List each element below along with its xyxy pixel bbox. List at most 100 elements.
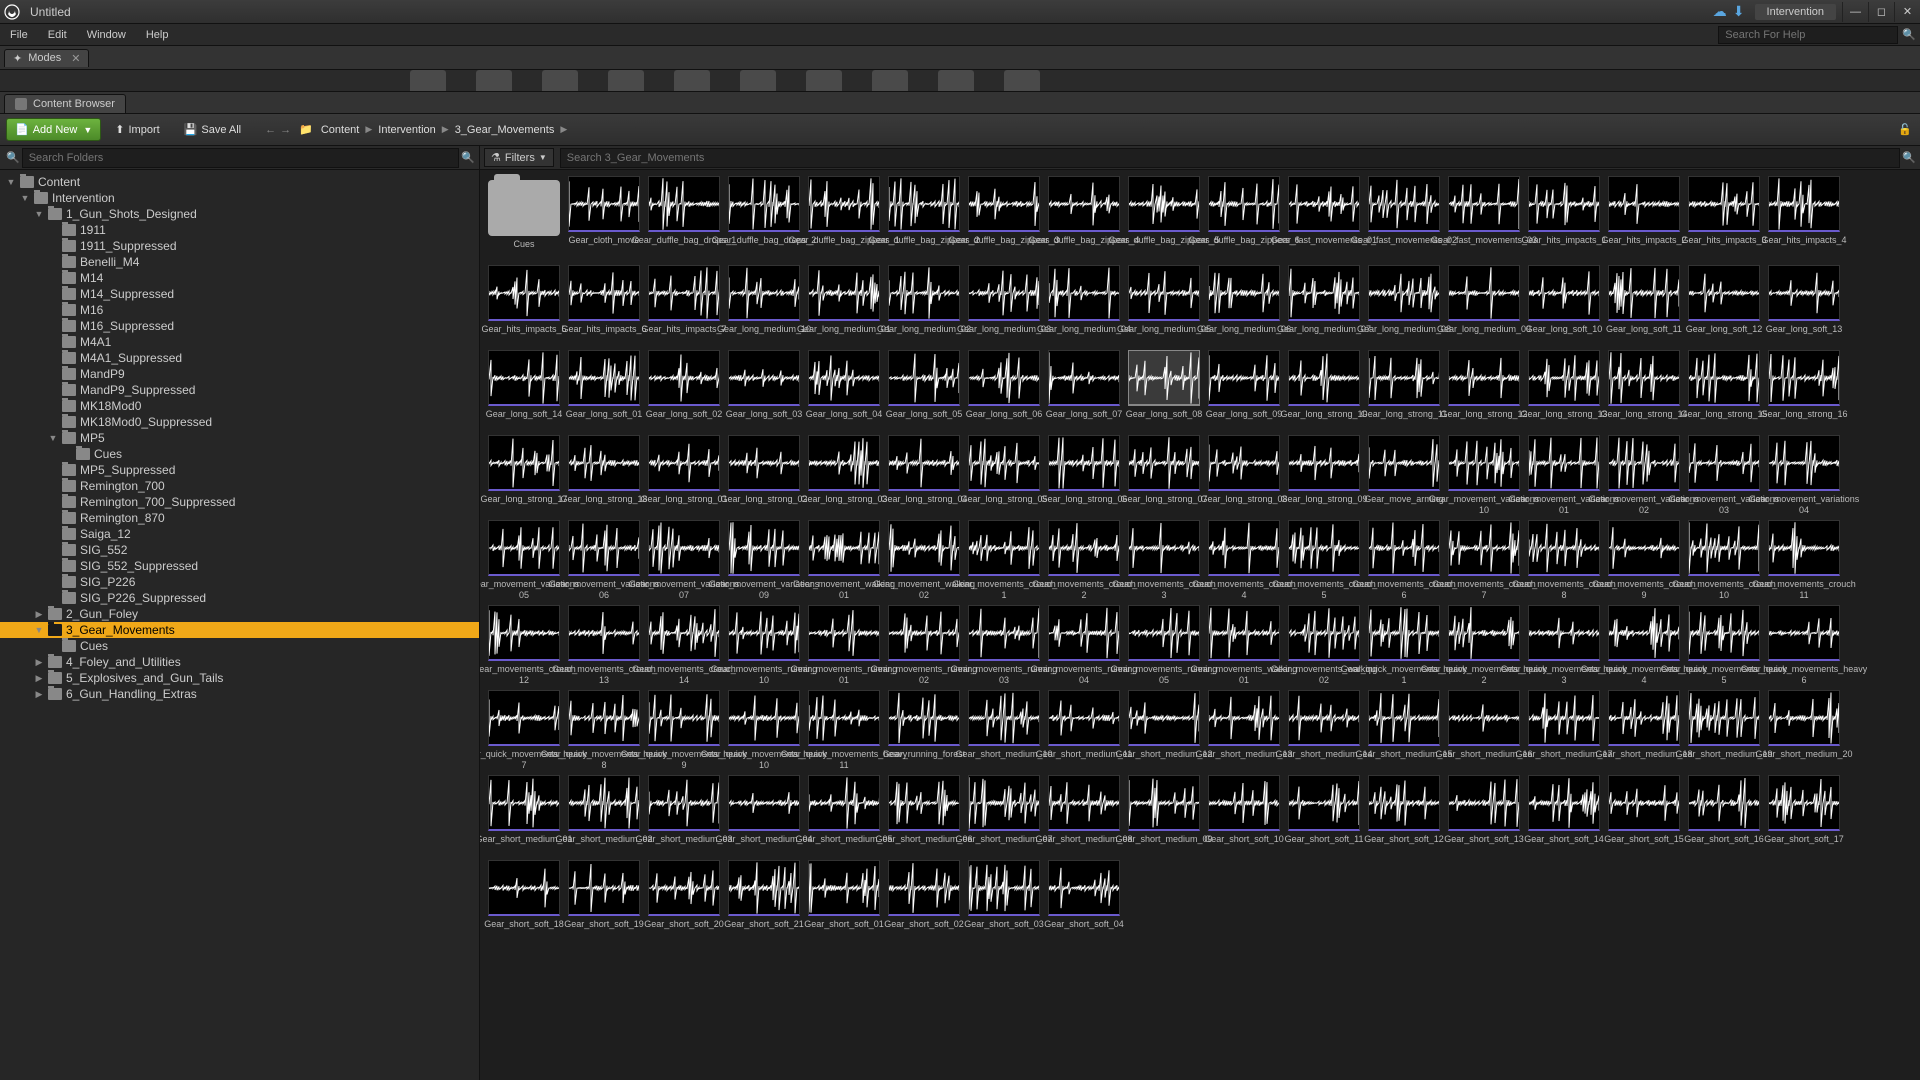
sound-asset[interactable]: Gear_long_medium_09 [1446, 265, 1522, 346]
menu-help[interactable]: Help [136, 27, 179, 43]
sound-asset[interactable]: Gear_short_medium_17 [1526, 690, 1602, 771]
sound-asset[interactable]: Gear_short_soft_01 [806, 860, 882, 941]
sound-asset[interactable]: Gear_short_soft_21 [726, 860, 802, 941]
sound-asset[interactable]: Gear_long_strong_03 [806, 435, 882, 516]
sound-asset[interactable]: Gear_long_medium_07 [1286, 265, 1362, 346]
sound-asset[interactable]: Gear_movements_crouch 8 [1526, 520, 1602, 601]
sound-asset[interactable]: Gear_short_medium_20 [1766, 690, 1842, 771]
sound-asset[interactable]: Gear_long_soft_10 [1526, 265, 1602, 346]
sound-asset[interactable]: Gear_short_soft_04 [1046, 860, 1122, 941]
triangle-down-icon[interactable]: ▼ [48, 433, 58, 443]
tree-item[interactable]: MK18Mod0_Suppressed [0, 414, 479, 430]
sound-asset[interactable]: Gear_short_soft_19 [566, 860, 642, 941]
sound-asset[interactable]: Gear_short_medium_02 [566, 775, 642, 856]
triangle-down-icon[interactable]: ▼ [34, 209, 44, 219]
sound-asset[interactable]: Gear_long_soft_09 [1206, 350, 1282, 431]
sound-asset[interactable]: Gear_long_soft_12 [1686, 265, 1762, 346]
sound-asset[interactable]: Gear_long_strong_15 [1686, 350, 1762, 431]
tree-item[interactable]: M14 [0, 270, 479, 286]
sound-asset[interactable]: Gear_hits_impacts_7 [646, 265, 722, 346]
sound-asset[interactable]: Gear_quick_movements_heavy 6 [1766, 605, 1842, 686]
sound-asset[interactable]: Gear_long_strong_10 [1286, 350, 1362, 431]
toolbar-button[interactable] [410, 70, 446, 92]
sound-asset[interactable]: Gear_long_soft_03 [726, 350, 802, 431]
sound-asset[interactable]: Gear_long_strong_14 [1606, 350, 1682, 431]
sound-asset[interactable]: Gear_long_soft_14 [486, 350, 562, 431]
triangle-right-icon[interactable]: ▶ [34, 673, 44, 684]
sound-asset[interactable]: Gear_hits_impacts_2 [1606, 176, 1682, 261]
sound-asset[interactable]: Gear_movements_crouch 10 [1686, 520, 1762, 601]
sound-asset[interactable]: Gear_long_soft_07 [1046, 350, 1122, 431]
sound-asset[interactable]: Gear_long_strong_13 [1526, 350, 1602, 431]
tree-item[interactable]: Benelli_M4 [0, 254, 479, 270]
sound-asset[interactable]: Gear_movement_variations 04 [1766, 435, 1842, 516]
tree-item[interactable]: Cues [0, 446, 479, 462]
cloud-icon[interactable]: ☁ [1713, 3, 1727, 20]
sound-asset[interactable]: Gear_short_soft_14 [1526, 775, 1602, 856]
sound-asset[interactable]: Gear_hits_impacts_4 [1766, 176, 1842, 261]
sound-asset[interactable]: Gear_short_soft_03 [966, 860, 1042, 941]
tree-item[interactable]: ▶6_Gun_Handling_Extras [0, 686, 479, 702]
sound-asset[interactable]: Gear_short_soft_15 [1606, 775, 1682, 856]
tree-item[interactable]: ▼Content [0, 174, 479, 190]
sound-asset[interactable]: Gear_movements_crouch 2 [1046, 520, 1122, 601]
sound-asset[interactable]: Gear_movements_crouch 7 [1446, 520, 1522, 601]
breadcrumb-item[interactable]: Intervention [374, 124, 439, 136]
content-browser-tab[interactable]: Content Browser [4, 94, 126, 113]
toolbar-button[interactable] [476, 70, 512, 92]
folder-search-input[interactable] [22, 148, 460, 168]
triangle-right-icon[interactable]: ▶ [34, 657, 44, 668]
sound-asset[interactable]: Gear_long_soft_13 [1766, 265, 1842, 346]
sound-asset[interactable]: Gear_short_soft_18 [486, 860, 562, 941]
sound-asset[interactable]: Gear_movements_crouch 4 [1206, 520, 1282, 601]
sound-asset[interactable]: Gear_movements_crouch 5 [1286, 520, 1362, 601]
tree-item[interactable]: MK18Mod0 [0, 398, 479, 414]
sound-asset[interactable]: Gear_movements_crouch 13 [566, 605, 642, 686]
toolbar-button[interactable] [938, 70, 974, 92]
add-new-button[interactable]: 📄 Add New ▼ [6, 118, 101, 141]
sound-asset[interactable]: Gear_movement_walking 01 [806, 520, 882, 601]
download-icon[interactable]: ⬇ [1733, 3, 1745, 20]
triangle-down-icon[interactable]: ▼ [6, 177, 16, 187]
search-icon[interactable]: 🔍 [461, 151, 475, 164]
sound-asset[interactable]: Gear_long_strong_04 [886, 435, 962, 516]
sound-asset[interactable]: Gear_short_soft_16 [1686, 775, 1762, 856]
sound-asset[interactable]: Gear_short_medium_12 [1126, 690, 1202, 771]
sound-asset[interactable]: Gear_fast_movements_03 [1446, 176, 1522, 261]
sound-asset[interactable]: Gear_long_medium_06 [1206, 265, 1282, 346]
lock-icon[interactable]: 🔓 [1898, 123, 1912, 136]
tree-item[interactable]: 1911 [0, 222, 479, 238]
search-icon[interactable]: 🔍 [1902, 151, 1916, 164]
sound-asset[interactable]: Gear_long_strong_18 [566, 435, 642, 516]
toolbar-button[interactable] [806, 70, 842, 92]
tree-item[interactable]: ▼1_Gun_Shots_Designed [0, 206, 479, 222]
sound-asset[interactable]: Gear_short_soft_12 [1366, 775, 1442, 856]
minimize-button[interactable]: — [1842, 2, 1868, 22]
modes-tab[interactable]: ✦ Modes ✕ [4, 49, 89, 67]
sound-asset[interactable]: Gear_long_soft_05 [886, 350, 962, 431]
tree-item[interactable]: Remington_700_Suppressed [0, 494, 479, 510]
toolbar-button[interactable] [740, 70, 776, 92]
tree-item[interactable]: M16_Suppressed [0, 318, 479, 334]
search-icon[interactable]: 🔍 [1902, 28, 1916, 41]
sound-asset[interactable]: Gear_short_medium_16 [1446, 690, 1522, 771]
sound-asset[interactable]: Gear_long_medium_01 [806, 265, 882, 346]
close-icon[interactable]: ✕ [71, 52, 80, 65]
menu-file[interactable]: File [0, 27, 38, 43]
sound-asset[interactable]: Gear_long_medium_02 [886, 265, 962, 346]
sound-asset[interactable]: Gear_hits_impacts_6 [566, 265, 642, 346]
sound-asset[interactable]: Gear_long_strong_08 [1206, 435, 1282, 516]
sound-asset[interactable]: Gear_quick_movements_heavy 11 [806, 690, 882, 771]
sound-asset[interactable]: Gear_movement_walking 02 [886, 520, 962, 601]
sound-asset[interactable]: Gear_long_strong_07 [1126, 435, 1202, 516]
sound-asset[interactable]: Gear_movements_crouch 12 [486, 605, 562, 686]
folder-asset[interactable]: Cues [486, 176, 562, 261]
sound-asset[interactable]: Gear_short_medium_06 [886, 775, 962, 856]
breadcrumb-item[interactable]: 3_Gear_Movements [451, 124, 559, 136]
tree-item[interactable]: ▼Intervention [0, 190, 479, 206]
tree-item[interactable]: Saiga_12 [0, 526, 479, 542]
sound-asset[interactable]: Gear_long_soft_04 [806, 350, 882, 431]
sound-asset[interactable]: Gear_movements_crouch 9 [1606, 520, 1682, 601]
toolbar-button[interactable] [872, 70, 908, 92]
save-all-button[interactable]: 💾 Save All [176, 119, 249, 140]
